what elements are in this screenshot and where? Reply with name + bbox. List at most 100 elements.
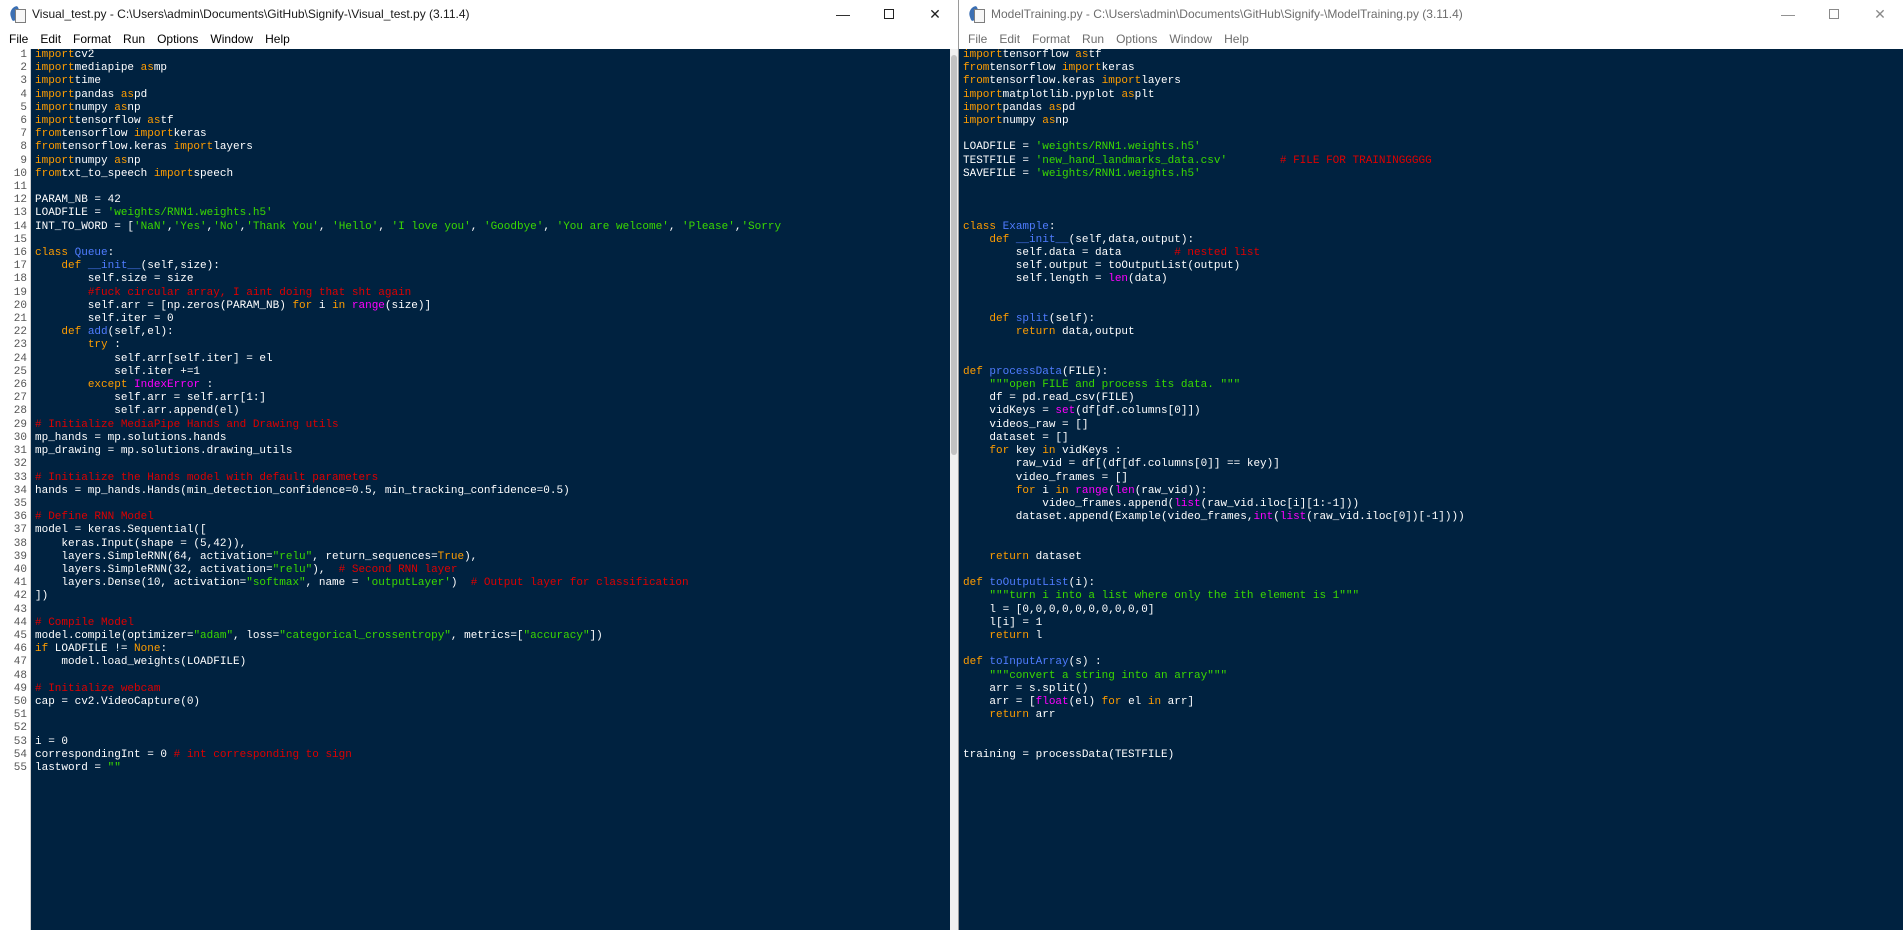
- code-line[interactable]: if LOADFILE != None:: [35, 643, 958, 656]
- title-bar[interactable]: Visual_test.py - C:\Users\admin\Document…: [0, 0, 958, 28]
- code-line[interactable]: fromtensorflow importkeras: [35, 128, 958, 141]
- menu-run[interactable]: Run: [117, 32, 151, 46]
- code-line[interactable]: for i in range(len(raw_vid)):: [963, 485, 1903, 498]
- code-line[interactable]: self.arr[self.iter] = el: [35, 353, 958, 366]
- code-line[interactable]: [963, 287, 1903, 300]
- close-icon[interactable]: ✕: [912, 0, 958, 28]
- code-line[interactable]: TESTFILE = 'new_hand_landmarks_data.csv'…: [963, 155, 1903, 168]
- code-line[interactable]: def processData(FILE):: [963, 366, 1903, 379]
- menu-format[interactable]: Format: [1026, 32, 1076, 46]
- code-line[interactable]: videos_raw = []: [963, 419, 1903, 432]
- code-text[interactable]: importcv2 importmediapipe asmp importtime i…: [31, 49, 958, 775]
- code-line[interactable]: training = processData(TESTFILE): [963, 749, 1903, 762]
- code-line[interactable]: # Initialize MediaPipe Hands and Drawing…: [35, 419, 958, 432]
- editor-area[interactable]: importtensorflow astf fromtensorflow impo…: [959, 49, 1903, 930]
- code-line[interactable]: """turn i into a list where only the ith…: [963, 590, 1903, 603]
- code-line[interactable]: [35, 498, 958, 511]
- code-line[interactable]: i = 0: [35, 736, 958, 749]
- code-line[interactable]: fromtensorflow.keras importlayers: [35, 141, 958, 154]
- code-line[interactable]: layers.SimpleRNN(32, activation="relu"),…: [35, 564, 958, 577]
- code-line[interactable]: [963, 722, 1903, 735]
- code-line[interactable]: l[i] = 1: [963, 617, 1903, 630]
- code-line[interactable]: [963, 564, 1903, 577]
- editor-area[interactable]: 1 2 3 4 5 6 7 8 9 10 11 12 13 14 15 16 17 18 19 20 21 22 23 24 2…: [0, 49, 958, 930]
- code-line[interactable]: arr = s.split(): [963, 683, 1903, 696]
- code-line[interactable]: [963, 736, 1903, 749]
- code-line[interactable]: model = keras.Sequential([: [35, 524, 958, 537]
- code-line[interactable]: """convert a string into an array""": [963, 670, 1903, 683]
- code-line[interactable]: return dataset: [963, 551, 1903, 564]
- menu-run[interactable]: Run: [1076, 32, 1110, 46]
- code-line[interactable]: [35, 670, 958, 683]
- code-line[interactable]: model.compile(optimizer="adam", loss="ca…: [35, 630, 958, 643]
- code-line[interactable]: return l: [963, 630, 1903, 643]
- code-line[interactable]: except IndexError :: [35, 379, 958, 392]
- menu-format[interactable]: Format: [67, 32, 117, 46]
- code-line[interactable]: [35, 458, 958, 471]
- code-line[interactable]: self.length = len(data): [963, 273, 1903, 286]
- code-line[interactable]: [963, 128, 1903, 141]
- code-line[interactable]: hands = mp_hands.Hands(min_detection_con…: [35, 485, 958, 498]
- menu-options[interactable]: Options: [151, 32, 204, 46]
- close-icon[interactable]: ✕: [1857, 0, 1903, 28]
- code-line[interactable]: def toInputArray(s) :: [963, 656, 1903, 669]
- code-line[interactable]: self.size = size: [35, 273, 958, 286]
- code-line[interactable]: dataset = []: [963, 432, 1903, 445]
- code-line[interactable]: layers.Dense(10, activation="softmax", n…: [35, 577, 958, 590]
- code-line[interactable]: self.data = data # nested list: [963, 247, 1903, 260]
- minimize-icon[interactable]: —: [820, 0, 866, 28]
- code-line[interactable]: [35, 709, 958, 722]
- menu-help[interactable]: Help: [1218, 32, 1255, 46]
- title-bar[interactable]: ModelTraining.py - C:\Users\admin\Docume…: [959, 0, 1903, 28]
- code-line[interactable]: mp_drawing = mp.solutions.drawing_utils: [35, 445, 958, 458]
- scrollbar-thumb[interactable]: [951, 55, 957, 455]
- code-line[interactable]: fromtxt_to_speech importspeech: [35, 168, 958, 181]
- code-line[interactable]: LOADFILE = 'weights/RNN1.weights.h5': [963, 141, 1903, 154]
- code-line[interactable]: [35, 234, 958, 247]
- code-line[interactable]: # Initialize webcam: [35, 683, 958, 696]
- code-line[interactable]: self.output = toOutputList(output): [963, 260, 1903, 273]
- code-line[interactable]: raw_vid = df[(df[df.columns[0]] == key)]: [963, 458, 1903, 471]
- code-line[interactable]: cap = cv2.VideoCapture(0): [35, 696, 958, 709]
- code-line[interactable]: for key in vidKeys :: [963, 445, 1903, 458]
- menu-edit[interactable]: Edit: [993, 32, 1026, 46]
- code-line[interactable]: dataset.append(Example(video_frames,int(…: [963, 511, 1903, 524]
- menu-help[interactable]: Help: [259, 32, 296, 46]
- menu-edit[interactable]: Edit: [34, 32, 67, 46]
- code-line[interactable]: correspondingInt = 0 # int corresponding…: [35, 749, 958, 762]
- maximize-icon[interactable]: [866, 0, 912, 28]
- code-line[interactable]: try :: [35, 339, 958, 352]
- code-line[interactable]: keras.Input(shape = (5,42)),: [35, 538, 958, 551]
- code-line[interactable]: layers.SimpleRNN(64, activation="relu", …: [35, 551, 958, 564]
- code-line[interactable]: self.iter +=1: [35, 366, 958, 379]
- code-text[interactable]: importtensorflow astf fromtensorflow impo…: [959, 49, 1903, 762]
- code-line[interactable]: # Initialize the Hands model with defaul…: [35, 472, 958, 485]
- code-line[interactable]: LOADFILE = 'weights/RNN1.weights.h5': [35, 207, 958, 220]
- code-line[interactable]: [963, 339, 1903, 352]
- code-line[interactable]: # Compile Model: [35, 617, 958, 630]
- code-line[interactable]: self.arr.append(el): [35, 405, 958, 418]
- code-line[interactable]: mp_hands = mp.solutions.hands: [35, 432, 958, 445]
- code-line[interactable]: def __init__(self,size):: [35, 260, 958, 273]
- code-line[interactable]: [963, 194, 1903, 207]
- code-line[interactable]: self.arr = self.arr[1:]: [35, 392, 958, 405]
- code-line[interactable]: model.load_weights(LOADFILE): [35, 656, 958, 669]
- code-line[interactable]: importcv2: [35, 49, 958, 62]
- code-line[interactable]: PARAM_NB = 42: [35, 194, 958, 207]
- code-line[interactable]: class Queue:: [35, 247, 958, 260]
- code-text-area[interactable]: importcv2 importmediapipe asmp importtime i…: [31, 49, 958, 930]
- minimize-icon[interactable]: —: [1765, 0, 1811, 28]
- code-line[interactable]: l = [0,0,0,0,0,0,0,0,0,0]: [963, 604, 1903, 617]
- code-line[interactable]: class Example:: [963, 221, 1903, 234]
- code-line[interactable]: [963, 524, 1903, 537]
- code-line[interactable]: importnumpy asnp: [963, 115, 1903, 128]
- code-line[interactable]: importnumpy asnp: [35, 102, 958, 115]
- code-line[interactable]: importpandas aspd: [963, 102, 1903, 115]
- code-line[interactable]: importmediapipe asmp: [35, 62, 958, 75]
- code-line[interactable]: def add(self,el):: [35, 326, 958, 339]
- code-line[interactable]: def __init__(self,data,output):: [963, 234, 1903, 247]
- code-line[interactable]: [963, 181, 1903, 194]
- code-line[interactable]: fromtensorflow.keras importlayers: [963, 75, 1903, 88]
- code-line[interactable]: [963, 538, 1903, 551]
- code-line[interactable]: importtensorflow astf: [963, 49, 1903, 62]
